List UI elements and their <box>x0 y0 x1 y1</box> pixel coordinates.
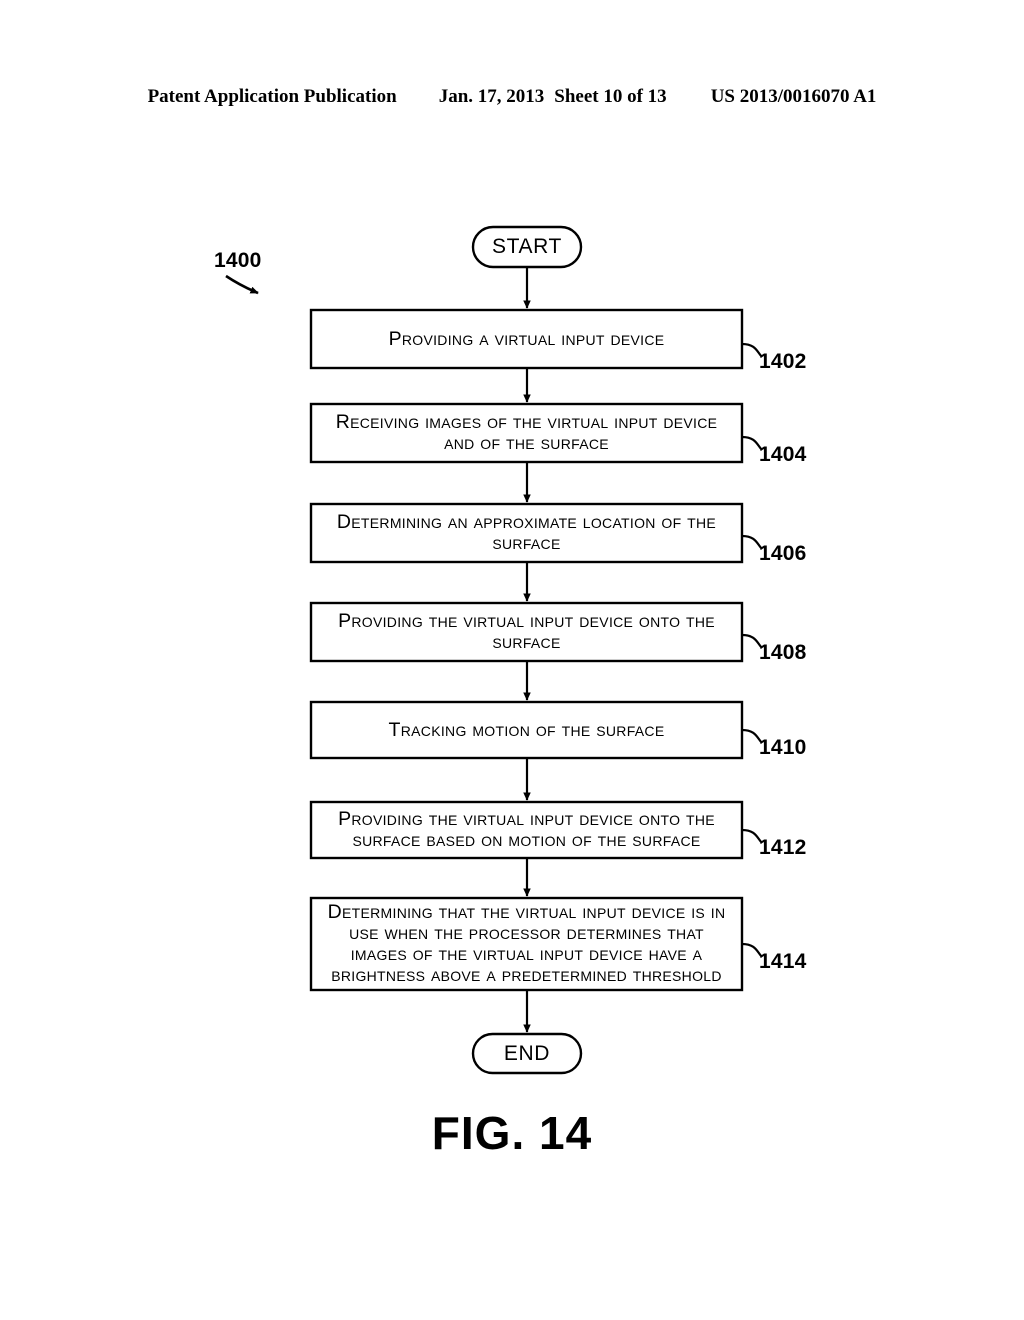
start-terminal-shape <box>471 225 583 269</box>
reference-numeral-1404: 1404 <box>759 443 807 466</box>
reference-numeral-1402: 1402 <box>759 350 807 373</box>
step-box-1406 <box>309 502 744 564</box>
reference-numeral-1400: 1400 <box>214 249 262 272</box>
reference-numeral-1412: 1412 <box>759 836 807 859</box>
reference-numeral-1406: 1406 <box>759 542 807 565</box>
reference-numeral-1414: 1414 <box>759 950 807 973</box>
end-terminal-shape <box>471 1032 583 1075</box>
figure-ref-arrow <box>225 274 259 295</box>
reference-numeral-1410: 1410 <box>759 736 807 759</box>
reference-numeral-1408: 1408 <box>759 641 807 664</box>
step-box-1412 <box>309 800 744 860</box>
step-box-1408 <box>309 601 744 663</box>
step-box-1414 <box>309 896 744 992</box>
step-box-1404 <box>309 402 744 464</box>
figure-caption: FIG. 14 <box>431 1107 593 1159</box>
step-box-1410 <box>309 700 744 760</box>
step-box-1402 <box>309 308 744 370</box>
